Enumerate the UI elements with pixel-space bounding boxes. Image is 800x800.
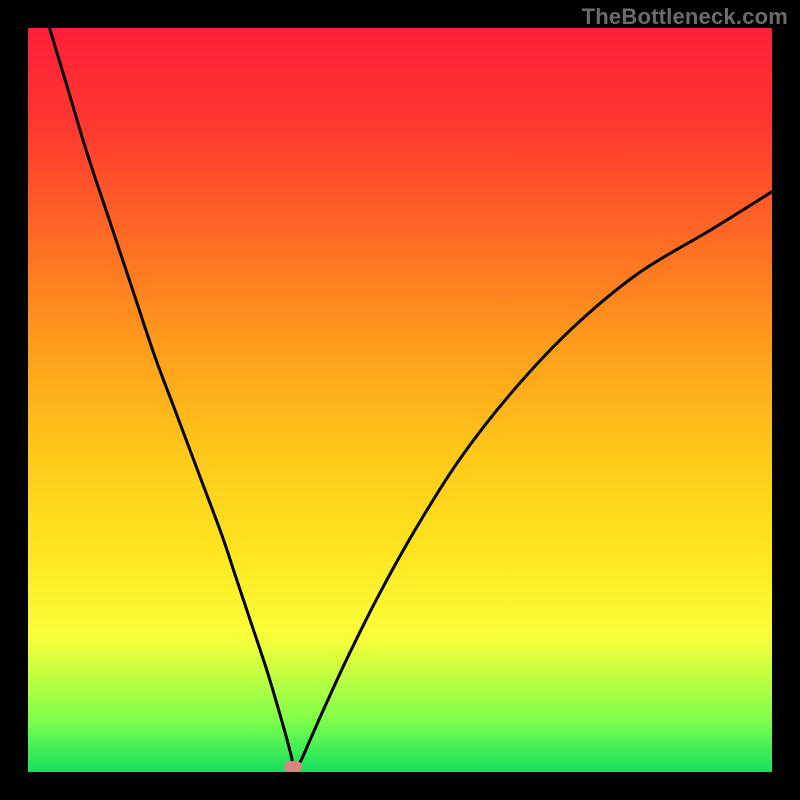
minimum-marker [284, 761, 302, 772]
plot-area [28, 28, 772, 772]
outer-frame: TheBottleneck.com [0, 0, 800, 800]
watermark-text: TheBottleneck.com [582, 4, 788, 30]
bottleneck-curve [28, 28, 772, 772]
